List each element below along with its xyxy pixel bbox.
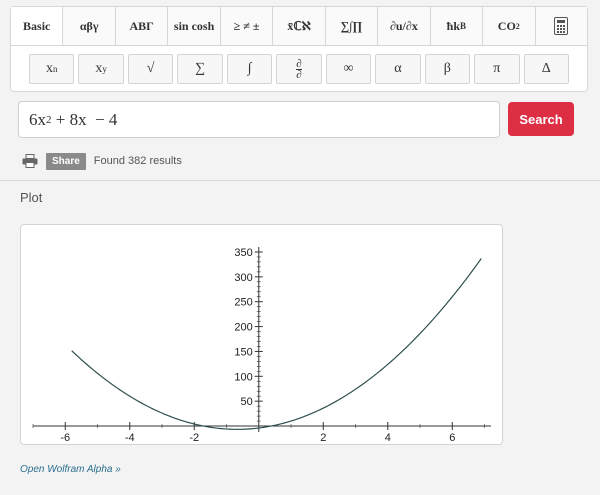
tab-physics[interactable]: ħk B (430, 7, 484, 45)
math-keyboard: Basic αβγ ΑΒΓ sin cosh ≥ ≠ ± x̄ℂℵ ∑∫∏ ∂u… (10, 6, 588, 92)
y-tick-label: 300 (234, 272, 252, 284)
y-tick-label: 100 (234, 371, 252, 383)
alpha-button[interactable]: α (375, 54, 421, 84)
x-tick-label: 4 (385, 432, 391, 444)
divider (0, 180, 600, 181)
share-button[interactable]: Share (46, 152, 86, 170)
integral-button[interactable]: ∫ (226, 54, 273, 84)
print-icon[interactable] (22, 154, 38, 168)
y-tick-label: 250 (234, 297, 252, 309)
plot-heading: Plot (20, 190, 43, 205)
tab-operators[interactable]: ∑∫∏ (325, 7, 379, 45)
pi-button[interactable]: π (474, 54, 520, 84)
tab-calculator[interactable] (535, 7, 587, 45)
symbol-row: xn xy √ ∑ ∫ ∂ ∂ ∞ α β π Δ (11, 46, 587, 92)
beta-button[interactable]: β (424, 54, 471, 84)
infinity-button[interactable]: ∞ (325, 54, 372, 84)
y-tick-label: 150 (234, 346, 252, 358)
x-tick-label: 2 (320, 432, 326, 444)
subscript-button[interactable]: xn (29, 54, 75, 84)
search-input[interactable]: 6x 2 + 8x − 4 (18, 101, 500, 138)
x-tick-label: 6 (449, 432, 455, 444)
y-tick-label: 350 (234, 247, 252, 259)
y-tick-label: 50 (241, 396, 253, 408)
tab-relations[interactable]: ≥ ≠ ± (220, 7, 274, 45)
search-button[interactable]: Search (508, 102, 574, 136)
tab-greek-lower[interactable]: αβγ (63, 7, 116, 45)
tab-basic[interactable]: Basic (11, 7, 64, 45)
plot-chart: 50 100 150 200 250 300 350 -6 -4 -2 2 4 6 (32, 247, 491, 444)
y-tick-label: 200 (234, 322, 252, 334)
x-tick-label: -6 (60, 432, 70, 444)
results-toolbar: Share Found 382 results (22, 151, 182, 171)
open-wolfram-link[interactable]: Open Wolfram Alpha » (20, 464, 121, 475)
sum-button[interactable]: ∑ (177, 54, 223, 84)
superscript-button[interactable]: xy (78, 54, 124, 84)
x-tick-label: -2 (189, 432, 199, 444)
tab-trig[interactable]: sin cosh (168, 7, 221, 45)
series-line (71, 258, 482, 430)
category-tabs: Basic αβγ ΑΒΓ sin cosh ≥ ≠ ± x̄ℂℵ ∑∫∏ ∂u… (11, 7, 587, 46)
tab-chemistry[interactable]: CO 2 (483, 7, 536, 45)
search-row: 6x 2 + 8x − 4 Search (18, 101, 574, 138)
tab-greek-upper[interactable]: ΑΒΓ (115, 7, 169, 45)
sqrt-button[interactable]: √ (127, 54, 174, 84)
tab-calculus[interactable]: ∂u/∂x (378, 7, 431, 45)
partial-button[interactable]: ∂ ∂ (276, 54, 322, 84)
x-tick-label: -4 (125, 432, 135, 444)
delta-button[interactable]: Δ (523, 54, 569, 84)
tab-sets[interactable]: x̄ℂℵ (273, 7, 326, 45)
plot-card: 50 100 150 200 250 300 350 -6 -4 -2 2 4 6 (20, 224, 503, 445)
calculator-icon (554, 17, 569, 35)
results-count: Found 382 results (93, 155, 182, 167)
